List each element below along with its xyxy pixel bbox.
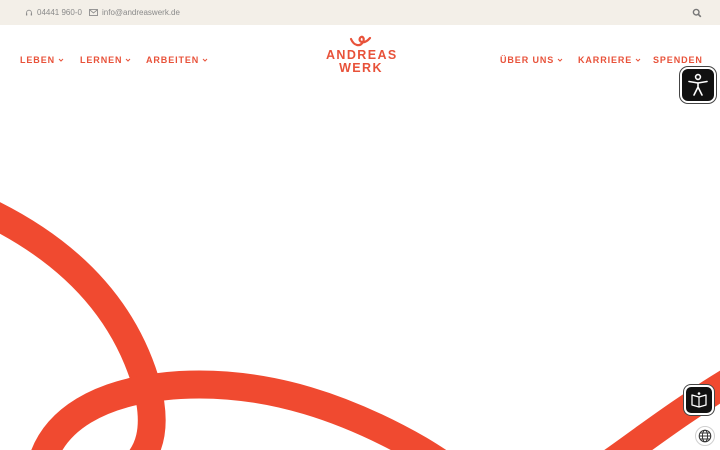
nav-item-spenden[interactable]: SPENDEN	[653, 55, 703, 65]
accessibility-button[interactable]	[680, 67, 716, 103]
phone-link[interactable]: 04441 960-0	[25, 8, 82, 17]
nav-label-leben: LEBEN	[20, 55, 56, 65]
headset-icon	[25, 9, 33, 15]
search-icon[interactable]	[692, 8, 702, 18]
easy-read-button[interactable]	[684, 385, 714, 415]
nav-label-spenden: SPENDEN	[653, 55, 703, 65]
nav-item-lernen[interactable]: LERNEN	[80, 55, 131, 65]
top-contact-bar: 04441 960-0 info@andreaswerk.de	[0, 0, 720, 25]
nav-label-lernen: LERNEN	[80, 55, 123, 65]
nav-label-karriere: KARRIERE	[578, 55, 633, 65]
nav-item-arbeiten[interactable]: ARBEITEN	[146, 55, 208, 65]
nav-item-leben[interactable]: LEBEN	[20, 55, 64, 65]
logo-swirl-mark	[349, 35, 372, 47]
book-icon	[691, 392, 707, 408]
email-address: info@andreaswerk.de	[102, 8, 180, 17]
chevron-down-icon	[58, 58, 64, 62]
globe-icon	[698, 429, 712, 443]
chevron-down-icon	[635, 58, 641, 62]
accessibility-icon	[688, 73, 708, 96]
andreas-werk-logo[interactable]: ANDREAS WERK	[326, 33, 396, 83]
nav-item-ueber-uns[interactable]: ÜBER UNS	[500, 55, 563, 65]
nav-label-arbeiten: ARBEITEN	[146, 55, 200, 65]
mail-icon	[89, 9, 98, 16]
chevron-down-icon	[557, 58, 563, 62]
language-button[interactable]	[695, 426, 715, 446]
phone-number: 04441 960-0	[37, 8, 82, 17]
nav-item-karriere[interactable]: KARRIERE	[578, 55, 641, 65]
chevron-down-icon	[126, 58, 131, 62]
nav-label-ueber-uns: ÜBER UNS	[500, 55, 555, 65]
email-link[interactable]: info@andreaswerk.de	[89, 8, 180, 17]
logo-line-2: WERK	[339, 61, 383, 75]
chevron-down-icon	[202, 58, 208, 62]
